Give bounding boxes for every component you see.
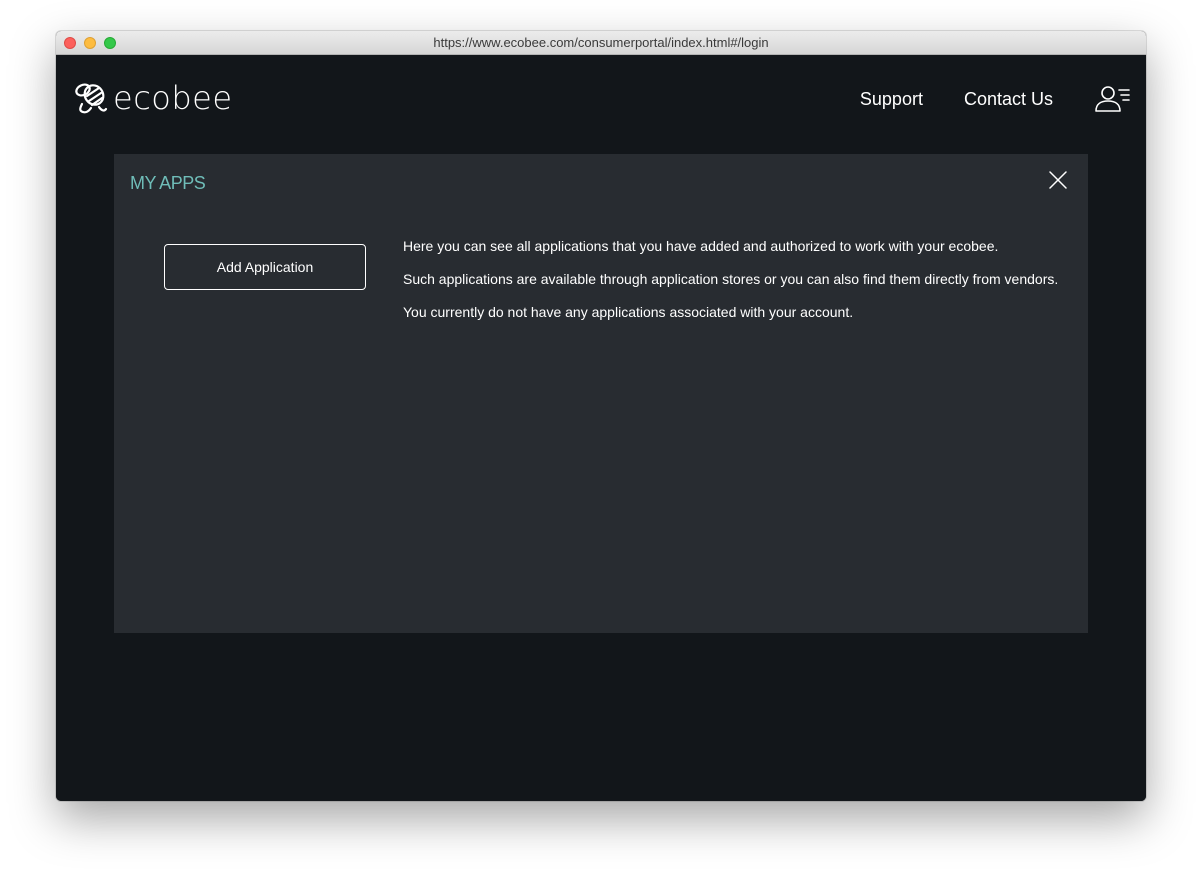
description-line: Such applications are available through … xyxy=(403,271,1059,287)
nav-support-link[interactable]: Support xyxy=(860,83,923,115)
browser-window: https://www.ecobee.com/consumerportal/in… xyxy=(56,31,1146,801)
bee-icon xyxy=(75,83,108,114)
add-application-button[interactable]: Add Application xyxy=(164,244,366,290)
browser-titlebar: https://www.ecobee.com/consumerportal/in… xyxy=(56,31,1146,55)
close-icon[interactable] xyxy=(1049,171,1067,189)
description-line: Here you can see all applications that y… xyxy=(403,238,999,254)
apps-description: Here you can see all applications that y… xyxy=(403,236,1058,335)
panel-title: MY APPS xyxy=(130,173,206,193)
ecobee-logo[interactable]: ecobee xyxy=(73,80,233,116)
url-bar[interactable]: https://www.ecobee.com/consumerportal/in… xyxy=(56,35,1146,50)
account-menu-icon[interactable] xyxy=(1094,84,1130,114)
nav-contact-link[interactable]: Contact Us xyxy=(964,83,1053,115)
description-line: You currently do not have any applicatio… xyxy=(403,304,854,320)
top-nav: Support Contact Us xyxy=(860,83,1130,115)
page: ecobee Support Contact Us MY APPS Add Ap… xyxy=(56,55,1146,801)
my-apps-panel: MY APPS Add Application Here you can see… xyxy=(114,154,1088,633)
logo-wordmark: ecobee xyxy=(113,79,233,117)
